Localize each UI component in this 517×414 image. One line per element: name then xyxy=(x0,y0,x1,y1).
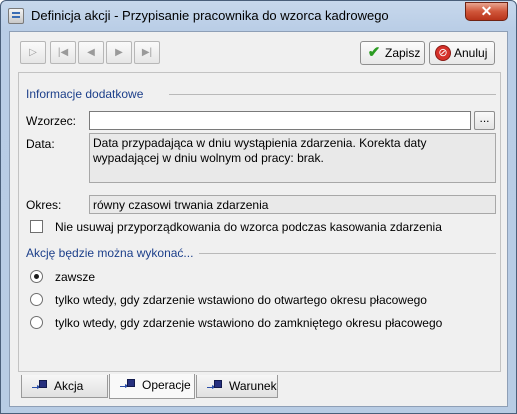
section-divider xyxy=(169,94,496,95)
cancel-button-label: Anuluj xyxy=(454,46,488,60)
new-record-icon: ▷ xyxy=(29,47,37,58)
radio-open-period-label[interactable]: tylko wtedy, gdy zdarzenie wstawiono do … xyxy=(55,293,427,307)
date-label: Data: xyxy=(26,137,55,151)
previous-record-button[interactable]: ◀ xyxy=(78,41,104,64)
tab-operacje[interactable]: Operacje xyxy=(109,374,195,399)
tab-warunek[interactable]: Warunek xyxy=(196,375,278,398)
first-record-button[interactable]: |◀ xyxy=(50,41,76,64)
radio-closed-period-label[interactable]: tylko wtedy, gdy zdarzenie wstawiono do … xyxy=(55,316,442,330)
cancel-button[interactable]: ⊘ Anuluj xyxy=(429,41,495,65)
condition-icon xyxy=(207,380,225,393)
save-button-label: Zapisz xyxy=(385,46,421,60)
keep-assignment-label[interactable]: Nie usuwaj przyporządkowania do wzorca p… xyxy=(55,220,442,234)
section-title-info: Informacje dodatkowe xyxy=(26,87,144,101)
previous-record-icon: ◀ xyxy=(87,47,95,58)
app-icon xyxy=(8,8,24,24)
next-record-button[interactable]: ▶ xyxy=(106,41,132,64)
radio-closed-period[interactable] xyxy=(30,316,43,329)
period-value: równy czasowi trwania zdarzenia xyxy=(89,195,496,214)
dialog-client-area: ▷ |◀ ◀ ▶ ▶| ✔ Zapisz ⊘ Anuluj Informacje… xyxy=(9,31,508,407)
last-record-icon: ▶| xyxy=(141,47,153,58)
title-bar[interactable]: Definicja akcji - Przypisanie pracownika… xyxy=(1,1,516,31)
window-title: Definicja akcji - Przypisanie pracownika… xyxy=(31,8,389,23)
section-divider xyxy=(199,253,496,254)
first-record-icon: |◀ xyxy=(57,47,69,58)
close-button[interactable]: ✕ xyxy=(465,2,508,21)
pattern-label: Wzorzec: xyxy=(26,114,77,128)
form-panel: Informacje dodatkowe Wzorzec: ... Data: … xyxy=(18,72,501,372)
cancel-icon: ⊘ xyxy=(435,45,451,61)
tab-label: Operacje xyxy=(142,378,191,392)
new-record-button[interactable]: ▷ xyxy=(20,41,46,64)
save-button[interactable]: ✔ Zapisz xyxy=(360,41,425,65)
pattern-browse-button[interactable]: ... xyxy=(474,111,495,130)
radio-open-period[interactable] xyxy=(30,293,43,306)
next-record-icon: ▶ xyxy=(115,47,123,58)
tab-akcja[interactable]: Akcja xyxy=(21,375,108,398)
period-label: Okres: xyxy=(26,198,62,212)
date-value: Data przypadająca w dniu wystąpienia zda… xyxy=(89,133,496,183)
radio-always[interactable] xyxy=(30,270,43,283)
last-record-button[interactable]: ▶| xyxy=(134,41,160,64)
keep-assignment-checkbox[interactable] xyxy=(30,220,43,233)
radio-always-label[interactable]: zawsze xyxy=(55,270,95,284)
tab-label: Akcja xyxy=(54,379,84,393)
pattern-field[interactable] xyxy=(89,111,471,130)
tab-label: Warunek xyxy=(229,379,277,393)
section-title-execution: Akcję będzie można wykonać... xyxy=(26,246,194,260)
operations-icon xyxy=(120,379,138,392)
dialog-window: Definicja akcji - Przypisanie pracownika… xyxy=(0,0,517,414)
action-icon xyxy=(32,380,50,393)
check-icon: ✔ xyxy=(367,44,381,61)
